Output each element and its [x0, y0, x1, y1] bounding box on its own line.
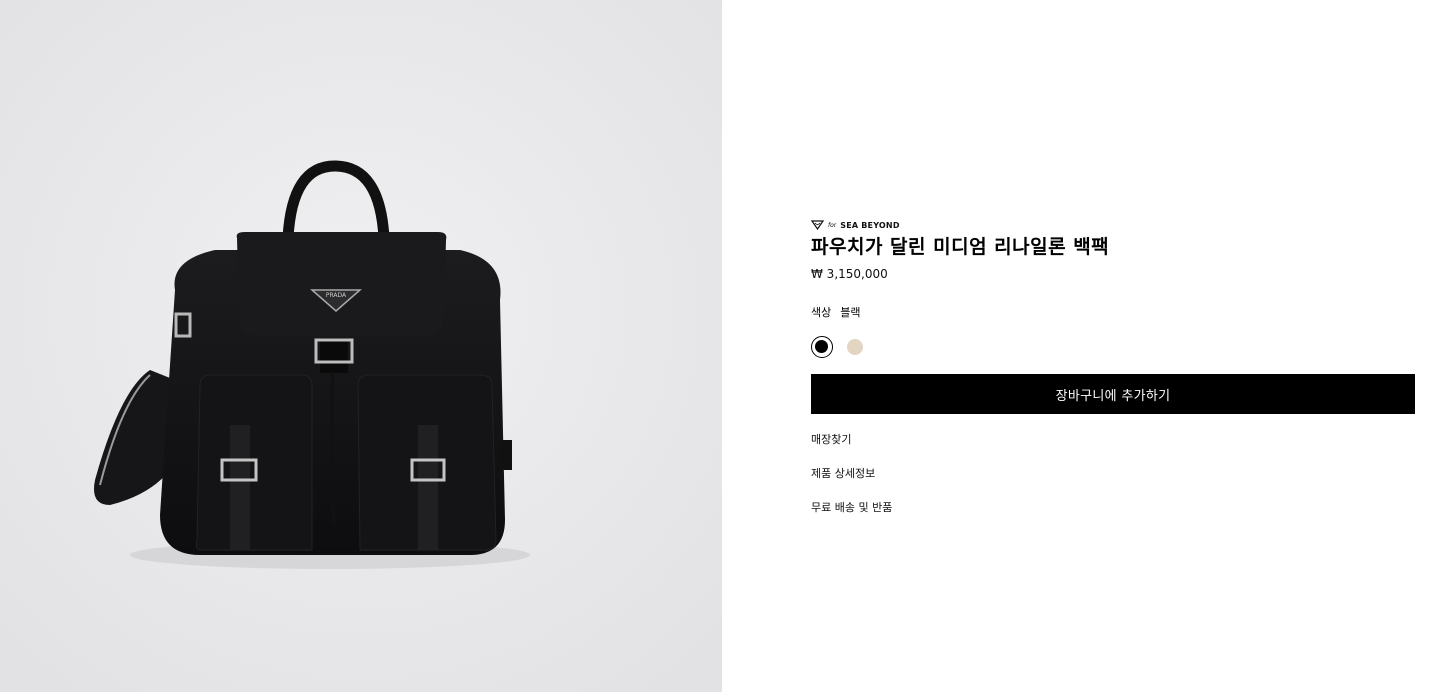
swatch-beige[interactable]: [844, 336, 866, 358]
color-swatches: [811, 335, 1415, 359]
sea-beyond-badge: for SEA BEYOND: [811, 218, 1415, 232]
product-image[interactable]: PRADA: [0, 0, 722, 692]
product-page: PRADA for SEA BEYOND 파우치가 달린 미디엄 리나일론 백팩…: [0, 0, 1446, 692]
badge-for-text: for: [828, 221, 837, 229]
product-price: ₩ 3,150,000: [811, 267, 888, 281]
backpack-illustration: PRADA: [0, 0, 722, 692]
product-details-link[interactable]: 제품 상세정보: [811, 467, 1415, 481]
color-label: 색상: [811, 306, 832, 319]
badge-brand-text: SEA BEYOND: [840, 220, 900, 230]
swatch-black[interactable]: [811, 336, 833, 358]
add-to-cart-button[interactable]: 장바구니에 추가하기: [811, 374, 1415, 414]
info-links: 매장찾기 제품 상세정보 무료 배송 및 반품: [811, 433, 1415, 515]
product-title: 파우치가 달린 미디엄 리나일론 백팩: [811, 236, 1110, 258]
selected-color: 블랙: [840, 306, 861, 319]
diamond-heart-icon: [811, 220, 824, 230]
find-store-link[interactable]: 매장찾기: [811, 433, 1415, 447]
logo-text: PRADA: [326, 292, 347, 299]
free-shipping-returns-link[interactable]: 무료 배송 및 반품: [811, 501, 1415, 515]
product-info: for SEA BEYOND 파우치가 달린 미디엄 리나일론 백팩 ₩ 3,1…: [811, 218, 1415, 515]
color-selection-label: 색상 블랙: [811, 306, 1415, 320]
